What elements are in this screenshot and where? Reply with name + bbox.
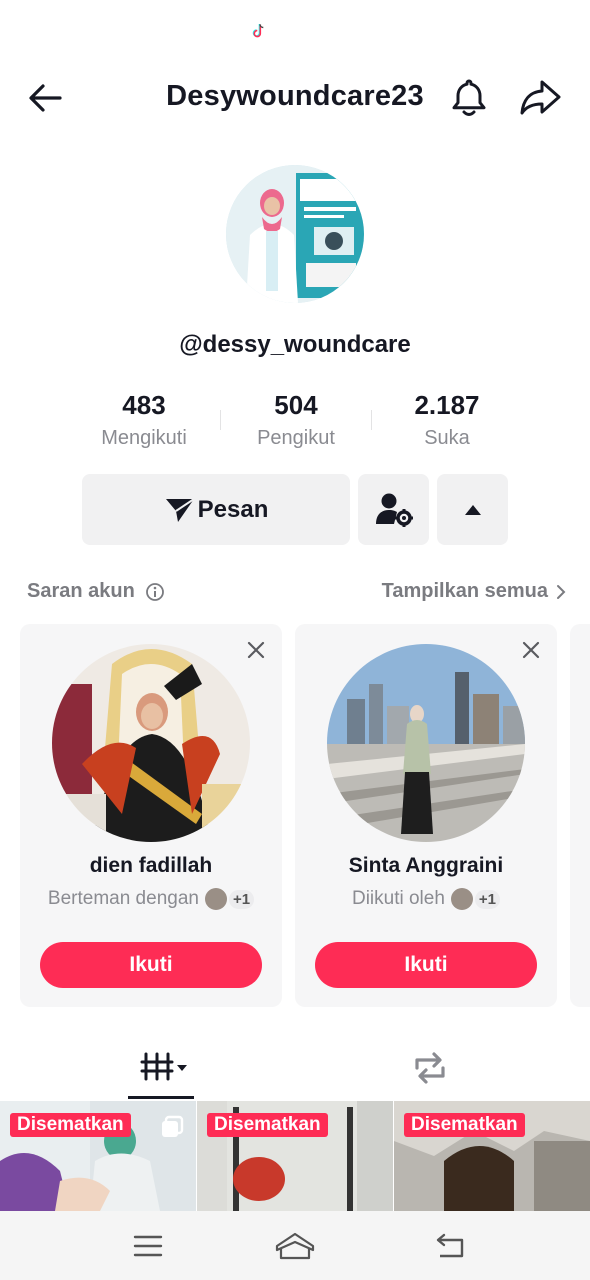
suggestions-title: Saran akun bbox=[27, 580, 135, 602]
videos-grid-icon bbox=[140, 1052, 187, 1081]
mutual-avatar bbox=[204, 888, 227, 910]
more-options-button[interactable] bbox=[437, 474, 508, 545]
stat-likes-value: 2.187 bbox=[414, 390, 480, 420]
suggestion-mutual-text: Berteman dengan bbox=[47, 888, 199, 909]
video-thumbnail[interactable]: Disematkan bbox=[0, 1101, 196, 1211]
stat-followers[interactable]: 504 Pengikut bbox=[221, 389, 371, 450]
mutual-count: +1 bbox=[474, 889, 501, 909]
mutual-count: +1 bbox=[228, 889, 255, 909]
suggestions-header: Saran akun bbox=[27, 580, 165, 603]
recent-apps-button[interactable] bbox=[128, 1226, 168, 1266]
stat-following[interactable]: 483 Mengikuti bbox=[69, 389, 219, 450]
stat-likes[interactable]: 2.187 Suka bbox=[372, 389, 522, 450]
pinned-badge: Disematkan bbox=[10, 1113, 131, 1137]
suggestion-card-peek[interactable] bbox=[570, 624, 590, 1007]
page-title: Desywoundcare23 bbox=[166, 80, 424, 112]
suggestion-avatar[interactable] bbox=[52, 644, 250, 842]
pinned-badge: Disematkan bbox=[404, 1113, 525, 1137]
home-button[interactable] bbox=[274, 1226, 316, 1266]
show-all-label: Tampilkan semua bbox=[381, 580, 548, 602]
tab-repost[interactable] bbox=[410, 1048, 450, 1088]
show-all-link[interactable]: Tampilkan semua bbox=[382, 580, 566, 603]
back-nav-button[interactable] bbox=[430, 1226, 470, 1266]
person-settings-icon bbox=[375, 493, 413, 527]
stat-following-label: Mengikuti bbox=[101, 427, 187, 449]
triangle-up-icon bbox=[464, 504, 481, 515]
suggestion-avatar[interactable] bbox=[327, 644, 525, 842]
suggestion-mutual: Diikuti oleh +1 bbox=[295, 888, 557, 910]
message-button[interactable]: Pesan bbox=[82, 474, 350, 545]
video-thumbnail[interactable]: Disematkan bbox=[394, 1101, 590, 1211]
chevron-right-icon bbox=[557, 584, 566, 599]
suggestion-mutual: Berteman dengan +1 bbox=[20, 888, 282, 910]
repost-icon bbox=[415, 1052, 445, 1084]
tiktok-logo-icon bbox=[250, 22, 268, 40]
close-icon[interactable] bbox=[246, 640, 266, 660]
bell-icon bbox=[452, 79, 486, 116]
notification-button[interactable] bbox=[448, 76, 490, 118]
tab-indicator bbox=[128, 1096, 194, 1099]
return-icon bbox=[436, 1233, 464, 1258]
mutual-avatar bbox=[450, 888, 473, 910]
stat-followers-value: 504 bbox=[274, 390, 318, 420]
tab-videos[interactable] bbox=[128, 1048, 194, 1098]
send-icon bbox=[165, 497, 195, 522]
suggestion-card: Sinta Anggraini Diikuti oleh +1 Ikuti bbox=[295, 624, 557, 1007]
stat-likes-label: Suka bbox=[424, 427, 470, 449]
info-icon[interactable] bbox=[145, 582, 165, 602]
suggestion-name: dien fadillah bbox=[89, 854, 213, 877]
menu-icon bbox=[133, 1235, 163, 1257]
home-icon bbox=[275, 1232, 315, 1260]
back-button[interactable] bbox=[26, 78, 66, 118]
avatar[interactable] bbox=[226, 165, 364, 303]
suggestion-card: dien fadillah Berteman dengan +1 Ikuti bbox=[20, 624, 282, 1007]
follow-button[interactable]: Ikuti bbox=[40, 942, 262, 988]
share-icon bbox=[520, 80, 561, 115]
share-button[interactable] bbox=[518, 76, 562, 118]
pinned-badge: Disematkan bbox=[207, 1113, 328, 1137]
message-button-label: Pesan bbox=[197, 495, 269, 523]
friend-settings-button[interactable] bbox=[358, 474, 429, 545]
back-arrow-icon bbox=[29, 84, 62, 112]
stat-followers-label: Pengikut bbox=[257, 427, 335, 449]
suggestion-mutual-text: Diikuti oleh bbox=[351, 888, 445, 909]
multi-image-icon bbox=[162, 1115, 184, 1137]
profile-username: @dessy_woundcare bbox=[179, 331, 411, 358]
close-icon[interactable] bbox=[521, 640, 541, 660]
suggestion-name: Sinta Anggraini bbox=[348, 854, 504, 877]
follow-button[interactable]: Ikuti bbox=[315, 942, 537, 988]
video-thumbnail[interactable]: Disematkan bbox=[197, 1101, 393, 1211]
stat-following-value: 483 bbox=[122, 390, 166, 420]
